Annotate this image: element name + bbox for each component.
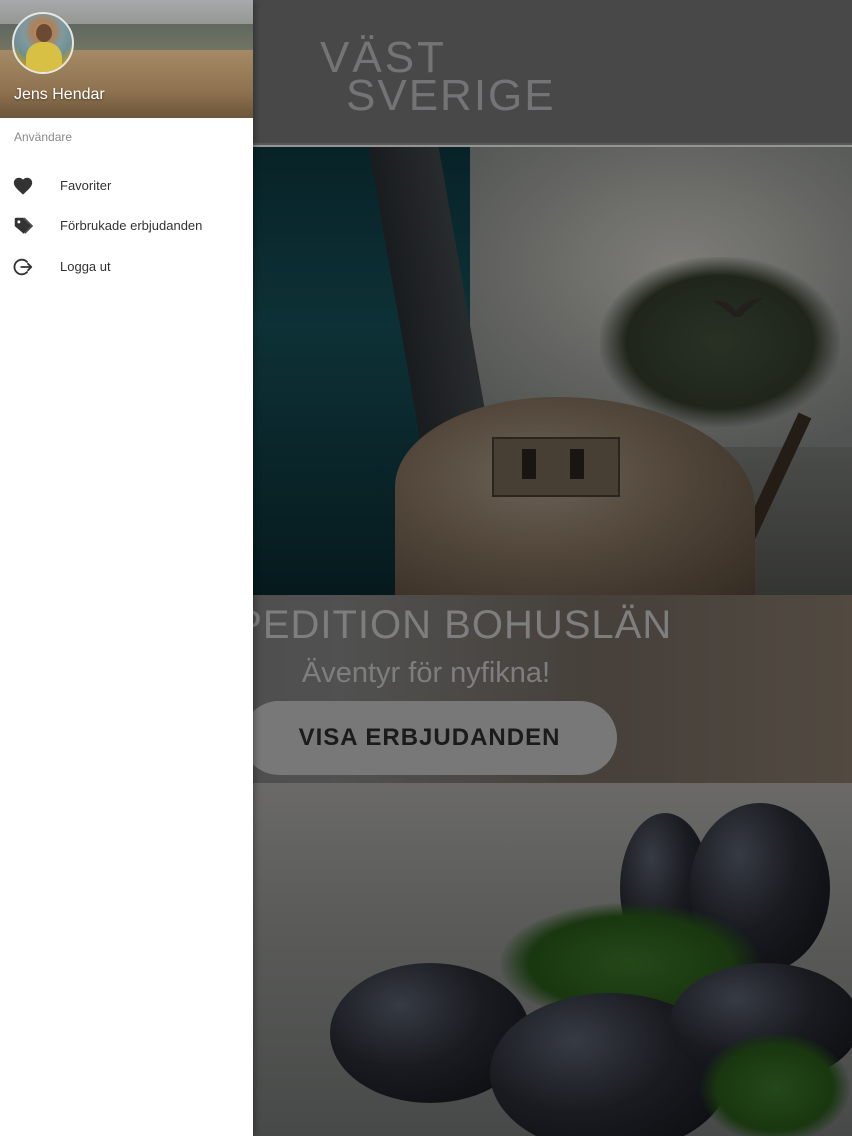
menu-item-logout[interactable]: Logga ut — [0, 247, 253, 287]
menu-item-label: Favoriter — [60, 178, 112, 193]
section-label-users: Användare — [14, 130, 73, 144]
logout-icon — [12, 256, 34, 278]
avatar[interactable] — [12, 12, 74, 74]
navigation-drawer: Jens Hendar Användare Favoriter Förbruka… — [0, 0, 253, 1136]
tags-icon — [12, 215, 34, 237]
user-name: Jens Hendar — [14, 86, 105, 103]
avatar-head — [36, 24, 52, 42]
menu-item-favorites[interactable]: Favoriter — [0, 166, 253, 206]
heart-icon — [12, 175, 34, 197]
menu-item-label: Förbrukade erbjudanden — [60, 218, 203, 233]
drawer-header: Jens Hendar — [0, 0, 253, 118]
menu-item-used-offers[interactable]: Förbrukade erbjudanden — [0, 206, 253, 246]
avatar-body — [26, 42, 62, 72]
menu-item-label: Logga ut — [60, 259, 111, 274]
